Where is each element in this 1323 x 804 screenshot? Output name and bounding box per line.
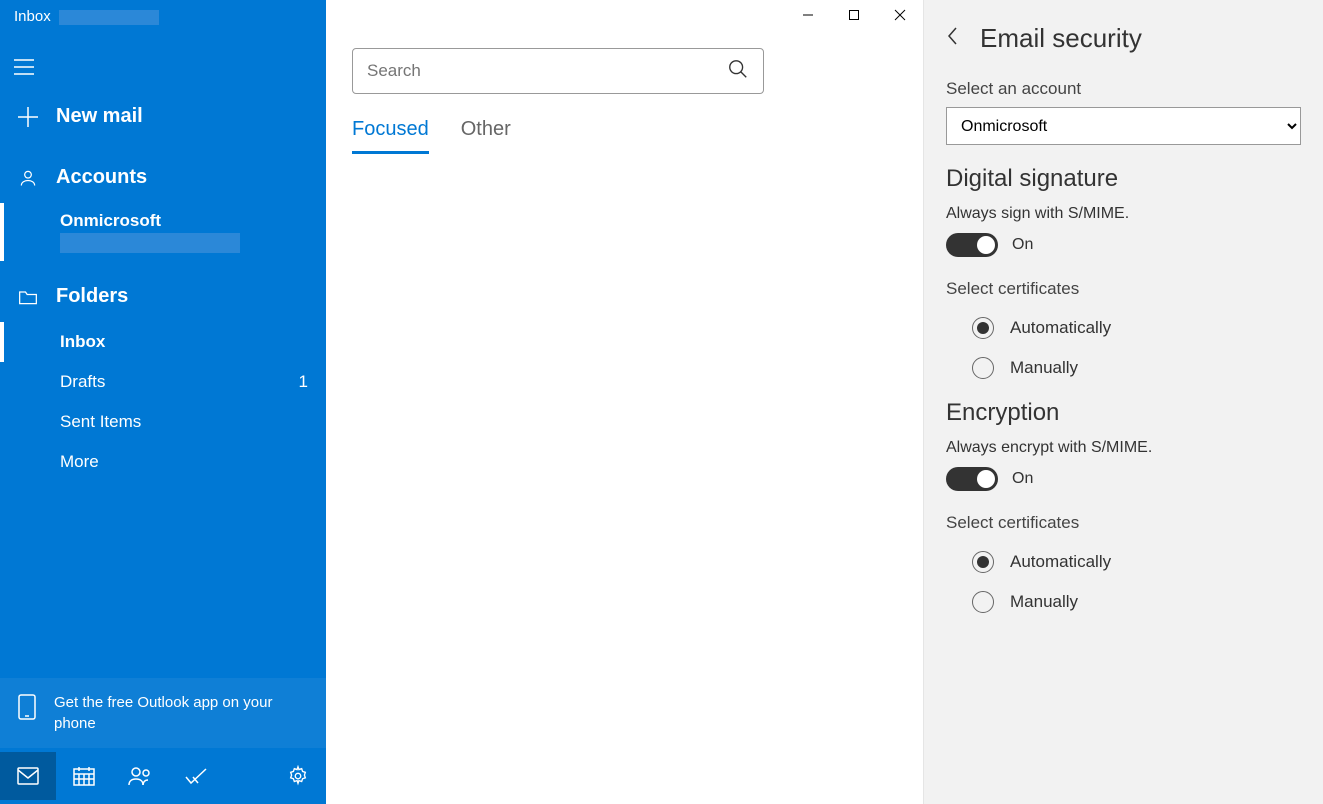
encryption-heading: Encryption [946,399,1301,427]
tab-focused[interactable]: Focused [352,118,429,154]
nav-todo-button[interactable] [168,752,224,800]
radio-icon [972,551,994,573]
sign-cert-manual-label: Manually [1010,358,1078,378]
encrypt-cert-auto-label: Automatically [1010,552,1111,572]
sign-select-certs-label: Select certificates [946,279,1301,299]
digital-signature-heading: Digital signature [946,165,1301,193]
mail-app: Inbox New mail Accounts Onmicrosoft Fold… [0,0,1323,804]
folder-more-label: More [60,452,99,472]
outlook-app-promo[interactable]: Get the free Outlook app on your phone [0,678,326,748]
sidebar-account-onmicrosoft[interactable]: Onmicrosoft [0,203,326,261]
maximize-button[interactable] [831,0,877,30]
account-name: Onmicrosoft [60,211,161,230]
window-title-text: Inbox [14,8,51,25]
sign-cert-manual-radio[interactable]: Manually [972,357,1301,379]
settings-back-button[interactable] [946,22,966,55]
always-sign-on-label: On [1012,236,1033,254]
new-mail-label: New mail [56,105,143,128]
nav-settings-button[interactable] [270,752,326,800]
account-email-redacted [60,233,240,253]
sidebar-folder-inbox[interactable]: Inbox [0,322,326,362]
folders-heading-label: Folders [56,285,128,308]
tab-other-label: Other [461,118,511,140]
always-encrypt-label: Always encrypt with S/MIME. [946,439,1301,457]
radio-icon [972,591,994,613]
sidebar-folder-sent[interactable]: Sent Items [0,402,326,442]
encrypt-cert-auto-radio[interactable]: Automatically [972,551,1301,573]
sidebar-folder-drafts[interactable]: Drafts 1 [0,362,326,402]
tab-other[interactable]: Other [461,118,511,154]
nav-calendar-button[interactable] [56,752,112,800]
minimize-button[interactable] [785,0,831,30]
encrypt-cert-manual-radio[interactable]: Manually [972,591,1301,613]
tab-focused-label: Focused [352,118,429,140]
sidebar-folder-more[interactable]: More [0,442,326,482]
always-sign-label: Always sign with S/MIME. [946,205,1301,223]
folder-inbox-label: Inbox [60,332,105,352]
close-button[interactable] [877,0,923,30]
settings-header: Email security [946,0,1301,65]
always-sign-toggle[interactable] [946,233,998,257]
account-select[interactable]: Onmicrosoft [946,107,1301,145]
sidebar-bottom-nav [0,748,326,804]
encrypt-select-certs-label: Select certificates [946,513,1301,533]
always-sign-toggle-row: On [946,233,1301,257]
always-encrypt-toggle-row: On [946,467,1301,491]
hamburger-button[interactable] [0,43,48,91]
accounts-heading[interactable]: Accounts [0,152,326,203]
encrypt-cert-manual-label: Manually [1010,592,1078,612]
always-encrypt-on-label: On [1012,470,1033,488]
folder-drafts-count: 1 [299,372,308,392]
window-title: Inbox [0,0,326,29]
new-mail-button[interactable]: New mail [0,91,326,142]
select-account-label: Select an account [946,79,1301,99]
search-icon [727,58,749,85]
folders-heading[interactable]: Folders [0,271,326,322]
folder-drafts-label: Drafts [60,372,105,392]
sidebar: Inbox New mail Accounts Onmicrosoft Fold… [0,0,326,804]
search-box[interactable] [352,48,764,94]
accounts-heading-label: Accounts [56,166,147,189]
always-encrypt-toggle[interactable] [946,467,998,491]
sign-cert-auto-label: Automatically [1010,318,1111,338]
folder-sent-label: Sent Items [60,412,141,432]
redacted-title [59,10,159,25]
settings-pane: Email security Select an account Onmicro… [923,0,1323,804]
search-input[interactable] [367,61,727,81]
message-pane: Focused Other [326,0,923,804]
settings-title: Email security [980,23,1142,54]
window-controls [785,0,923,30]
radio-icon [972,317,994,339]
promo-text: Get the free Outlook app on your phone [54,692,308,734]
inbox-tabs: Focused Other [352,118,923,154]
sign-cert-auto-radio[interactable]: Automatically [972,317,1301,339]
nav-mail-button[interactable] [0,752,56,800]
nav-people-button[interactable] [112,752,168,800]
search-container [352,48,764,94]
radio-icon [972,357,994,379]
